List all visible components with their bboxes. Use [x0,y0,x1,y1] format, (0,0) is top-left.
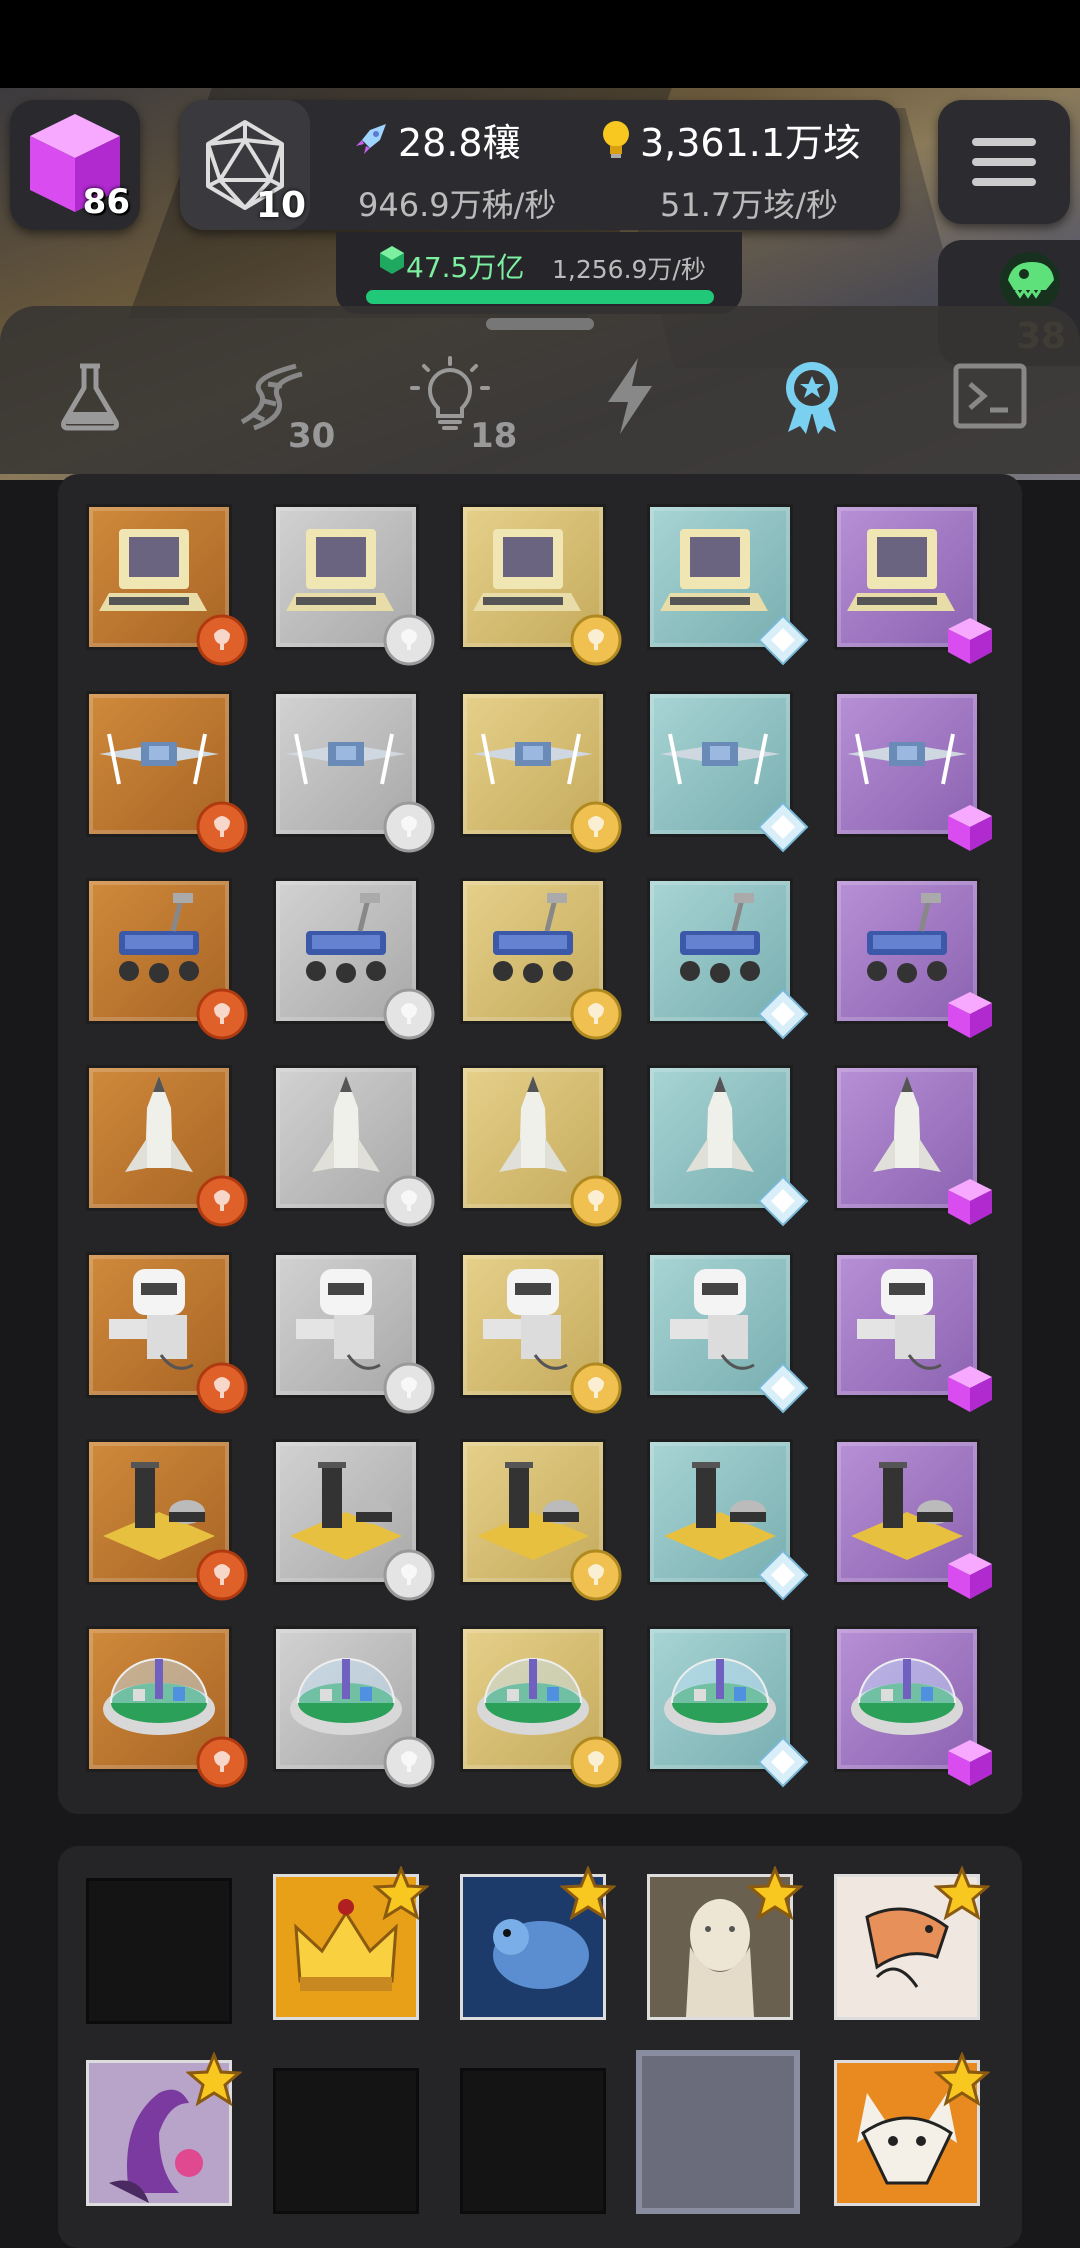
cube-currency-button[interactable]: 86 [10,100,140,230]
gold-tier-badge-icon [570,1736,622,1788]
cube-tier-badge-icon [948,1179,992,1225]
bronze-tier-badge-icon [196,614,248,666]
cube-tier-badge-icon [948,618,992,664]
star-icon [560,1866,616,1921]
diamond-tier-badge-icon [757,988,809,1040]
tab-bar [0,306,1080,474]
selected-achievement-slot[interactable] [636,2050,800,2214]
silver-tier-badge-icon [383,1549,435,1601]
silver-tier-badge-icon [383,801,435,853]
resource1-rate: 946.9万秭/秒 [358,186,557,224]
star-icon [934,1866,990,1921]
silver-tier-badge-icon [383,1736,435,1788]
star-icon [186,2052,242,2107]
bronze-tier-badge-icon [196,801,248,853]
terminal-icon [953,363,1027,429]
gem-value: 47.5万亿 [406,251,525,284]
diamond-tier-badge-icon [757,614,809,666]
gold-tier-badge-icon [570,801,622,853]
empty-achievement-slot[interactable] [273,2068,419,2214]
cube-count: 86 [82,182,130,222]
star-icon [373,1866,429,1921]
tab-achievements[interactable] [772,356,852,436]
gold-tier-badge-icon [570,1362,622,1414]
gold-tier-badge-icon [570,614,622,666]
empty-achievement-slot[interactable] [86,1878,232,2024]
star-icon [934,2052,990,2107]
lightbulb-icon [603,121,629,158]
cube-tier-badge-icon [948,1553,992,1599]
bronze-tier-badge-icon [196,1362,248,1414]
green-gem-icon [380,246,404,274]
diamond-tier-badge-icon [757,1362,809,1414]
resource2-value: 3,361.1万垓 [640,121,862,165]
diamond-tier-badge-icon [757,801,809,853]
cube-tier-badge-icon [948,1740,992,1786]
resource2-rate: 51.7万垓/秒 [660,186,839,224]
dice-count: 10 [255,185,306,226]
dice-button[interactable]: 10 [180,100,310,230]
silver-tier-badge-icon [383,988,435,1040]
tab-ideas-badge: 18 [470,416,518,456]
diamond-tier-badge-icon [757,1736,809,1788]
drawer-handle[interactable] [486,318,594,330]
cube-tier-badge-icon [948,992,992,1038]
gem-progress-bar [366,290,714,304]
bronze-tier-badge-icon [196,1736,248,1788]
award-icon [786,362,838,434]
bronze-tier-badge-icon [196,1549,248,1601]
menu-button[interactable] [938,100,1070,224]
resource1-value: 28.8穰 [398,121,521,165]
tab-dna-badge: 30 [288,416,336,456]
tab-research[interactable] [50,356,130,436]
empty-achievement-slot[interactable] [460,2068,606,2214]
gold-tier-badge-icon [570,1549,622,1601]
silver-tier-badge-icon [383,1175,435,1227]
star-icon [747,1866,803,1921]
cube-tier-badge-icon [948,805,992,851]
diamond-tier-badge-icon [757,1549,809,1601]
bronze-tier-badge-icon [196,988,248,1040]
lightning-icon [608,358,652,434]
gold-tier-badge-icon [570,1175,622,1227]
bronze-tier-badge-icon [196,1175,248,1227]
tab-console[interactable] [950,356,1030,436]
rocket-icon [356,124,386,154]
silver-tier-badge-icon [383,1362,435,1414]
silver-tier-badge-icon [383,614,435,666]
flask-icon [61,363,119,431]
status-bar [0,0,1080,88]
game-screen: 86 10 28.8穰 946.9万秭/秒 3,361.1万垓 51.7万垓/秒 [0,0,1080,2248]
cube-tier-badge-icon [948,1366,992,1412]
gold-tier-badge-icon [570,988,622,1040]
hamburger-icon [972,138,1036,146]
diamond-tier-badge-icon [757,1175,809,1227]
tab-power[interactable] [590,356,670,436]
gem-rate: 1,256.9万/秒 [552,255,706,284]
